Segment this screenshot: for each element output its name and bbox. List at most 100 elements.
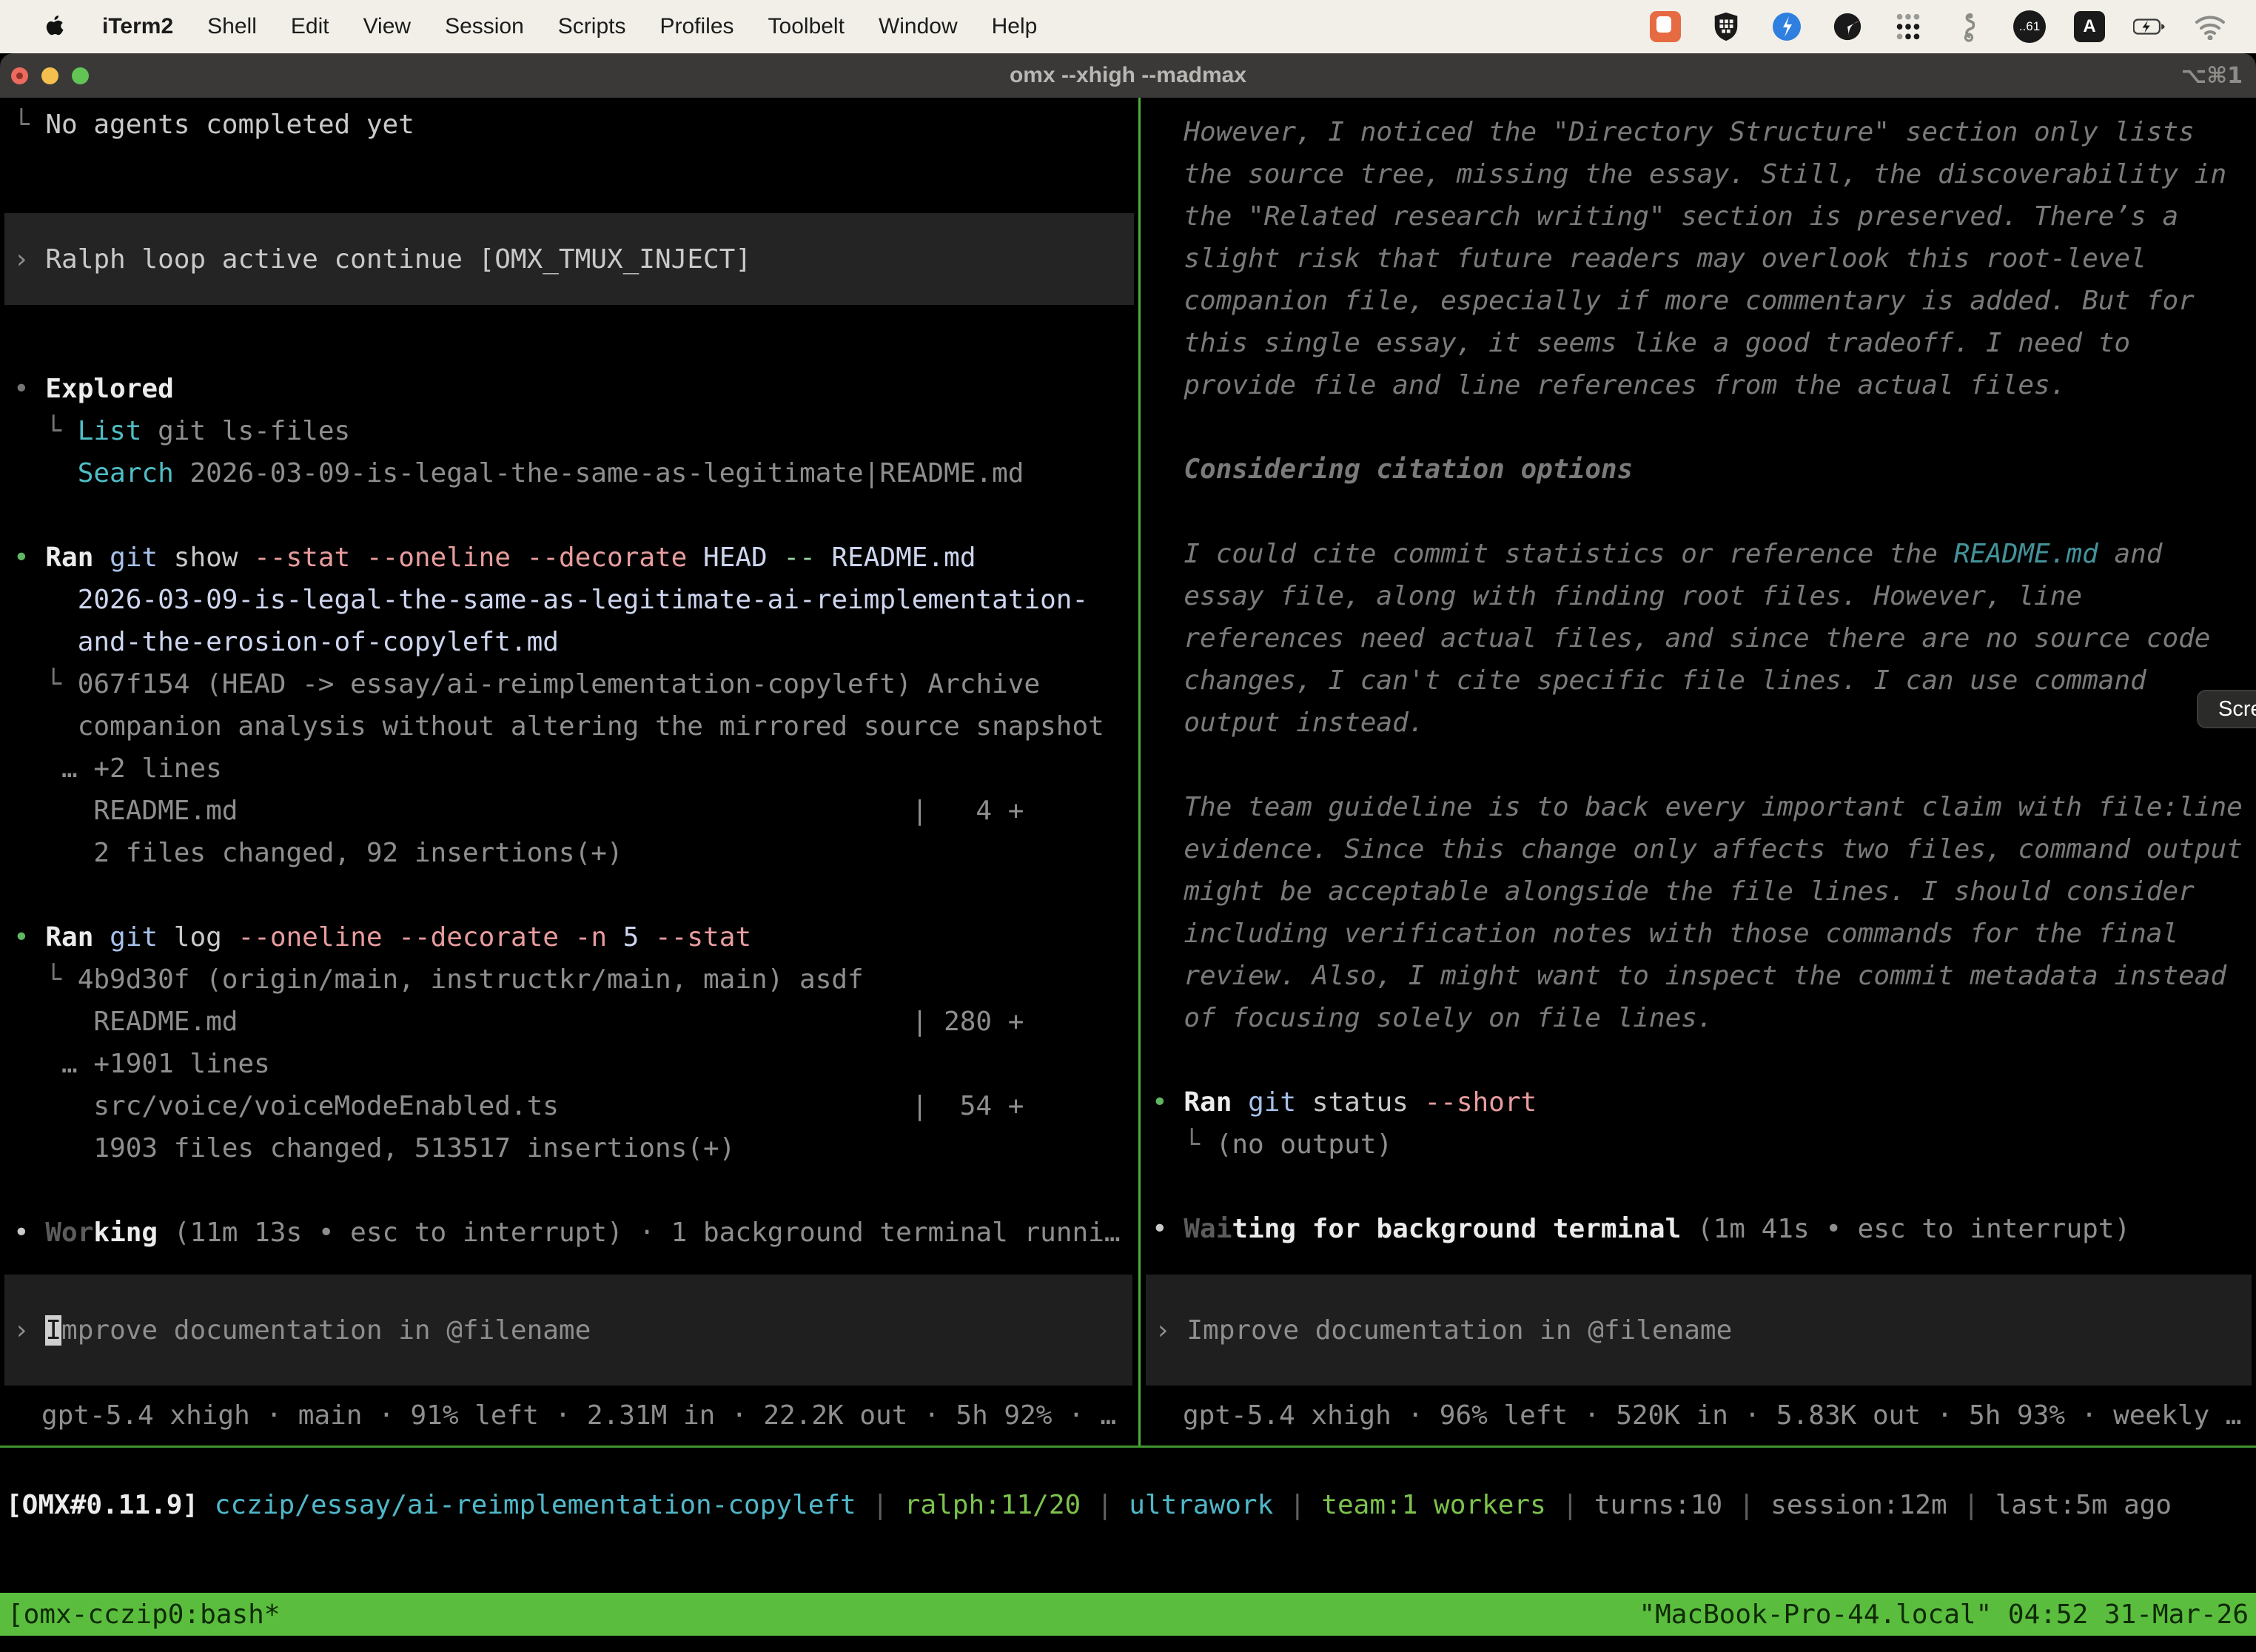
text-segment: (11m 13s • esc to interrupt) · 1 backgro… bbox=[158, 1218, 1120, 1248]
hook-icon[interactable] bbox=[1953, 10, 1985, 43]
text-segment: 2 files changed, 92 insertions(+) bbox=[13, 838, 623, 868]
text-segment: git bbox=[1232, 1087, 1296, 1118]
text-segment: Wor bbox=[45, 1218, 93, 1248]
text-segment: provide file and line references from th… bbox=[1152, 370, 2066, 400]
text-segment: git bbox=[93, 922, 158, 953]
menu-item-session[interactable]: Session bbox=[445, 14, 524, 39]
terminal-line: … +2 lines bbox=[13, 748, 1138, 790]
text-segment: HEAD bbox=[687, 543, 767, 573]
text-segment bbox=[198, 1490, 215, 1520]
text-segment: 067f154 (HEAD -> essay/ai-reimplementati… bbox=[78, 669, 1040, 699]
text-segment: git bbox=[93, 543, 158, 573]
text-segment: references need actual files, and since … bbox=[1152, 623, 2210, 654]
terminal-line: README.md | 4 + bbox=[13, 790, 1138, 832]
text-segment: companion analysis without altering the … bbox=[13, 711, 1104, 742]
battery-icon[interactable] bbox=[2133, 10, 2166, 43]
terminal-line: • Working (11m 13s • esc to interrupt) ·… bbox=[13, 1212, 1138, 1254]
terminal-line: └ 067f154 (HEAD -> essay/ai-reimplementa… bbox=[13, 663, 1138, 705]
keyboard-layout-icon[interactable]: A bbox=[2074, 11, 2105, 42]
right-prompt-text: › Improve documentation in @filename bbox=[1155, 1309, 1732, 1352]
privacy-shield-icon[interactable] bbox=[1710, 10, 1742, 43]
menu-item-help[interactable]: Help bbox=[992, 14, 1038, 39]
terminal-line: including verification notes with those … bbox=[1152, 913, 2256, 955]
text-segment: README.md bbox=[816, 543, 976, 573]
text-segment: --stat bbox=[238, 543, 350, 573]
text-segment: and bbox=[2098, 539, 2163, 569]
right-terminal-pane[interactable]: However, I noticed the "Directory Struct… bbox=[1141, 111, 2256, 1273]
menu-item-iterm2[interactable]: iTerm2 bbox=[102, 14, 173, 39]
text-segment: --oneline bbox=[222, 922, 383, 953]
text-segment: turns:10 bbox=[1594, 1490, 1722, 1520]
left-terminal-pane[interactable]: └ No agents completed yet › Ralph loop ac… bbox=[0, 104, 1138, 1273]
menu-item-shell[interactable]: Shell bbox=[207, 14, 257, 39]
apple-icon[interactable] bbox=[40, 10, 70, 43]
text-segment: Ralph loop active continue [OMX_TMUX_INJ… bbox=[45, 244, 751, 275]
text-segment: README.md bbox=[1954, 539, 2098, 569]
terminal-line: • Explored bbox=[13, 368, 1138, 410]
screen-record-icon[interactable] bbox=[1649, 10, 1682, 43]
text-segment: | bbox=[1081, 1490, 1129, 1520]
menu-item-edit[interactable]: Edit bbox=[291, 14, 329, 39]
text-segment: essay file, along with finding root file… bbox=[1152, 581, 2082, 611]
text-segment: README.md | 4 + bbox=[13, 796, 1024, 826]
terminal-line: 2026-03-09-is-legal-the-same-as-legitima… bbox=[13, 579, 1138, 621]
terminal-line: README.md | 280 + bbox=[13, 1001, 1138, 1043]
text-segment: | bbox=[1546, 1490, 1594, 1520]
pane-bottom-border bbox=[0, 1446, 2256, 1448]
terminal-line: • Waiting for background terminal (1m 41… bbox=[1152, 1208, 2256, 1250]
text-segment: • bbox=[1152, 1214, 1184, 1244]
menu-item-view[interactable]: View bbox=[363, 14, 411, 39]
wifi-icon[interactable] bbox=[2194, 10, 2226, 43]
badge-61-icon[interactable]: ..61 bbox=[2013, 10, 2046, 43]
terminal-line: src/voice/voiceModeEnabled.ts | 54 + bbox=[13, 1085, 1138, 1127]
left-prompt-input[interactable]: › Improve documentation in @filename bbox=[4, 1275, 1132, 1386]
text-segment: src/voice/voiceModeEnabled.ts | 54 + bbox=[13, 1091, 1024, 1121]
text-segment: Ran bbox=[1184, 1087, 1232, 1118]
menu-item-toolbelt[interactable]: Toolbelt bbox=[768, 14, 845, 39]
text-segment: 2026-03-09-is-legal-the-same-as-legitima… bbox=[13, 585, 1088, 615]
terminal-line: essay file, along with finding root file… bbox=[1152, 575, 2256, 617]
text-segment: review. Also, I might want to inspect th… bbox=[1152, 961, 2226, 991]
text-segment: 2026-03-09-is-legal-the-same-as-legitima… bbox=[174, 458, 1024, 488]
text-segment: However, I noticed the "Directory Struct… bbox=[1152, 117, 2195, 147]
terminal-line: Search 2026-03-09-is-legal-the-same-as-l… bbox=[13, 452, 1138, 494]
tmux-session-label: [omx-cczip0:bash* bbox=[7, 1594, 280, 1636]
text-segment: • bbox=[13, 922, 45, 953]
window-title: omx --xhigh --madmax bbox=[0, 53, 2256, 98]
menu-item-profiles[interactable]: Profiles bbox=[659, 14, 733, 39]
text-segment: | bbox=[1722, 1490, 1770, 1520]
screen-sharing-popup[interactable]: Scre bbox=[2197, 690, 2256, 728]
text-segment: output instead. bbox=[1152, 708, 1424, 738]
text-segment: slight risk that future readers may over… bbox=[1152, 244, 2146, 274]
terminal-line: the source tree, missing the essay. Stil… bbox=[1152, 153, 2256, 195]
window-titlebar: omx --xhigh --madmax ⌥⌘1 bbox=[0, 53, 2256, 98]
text-segment: including verification notes with those … bbox=[1152, 919, 2178, 949]
text-segment: • bbox=[1152, 1087, 1184, 1118]
text-segment: Improve documentation in @filename bbox=[1186, 1315, 1732, 1346]
menu-item-window[interactable]: Window bbox=[879, 14, 958, 39]
terminal-line: The team guideline is to back every impo… bbox=[1152, 786, 2256, 828]
text-segment: king bbox=[93, 1218, 158, 1248]
text-segment: --decorate bbox=[511, 543, 687, 573]
window-shortcut-badge: ⌥⌘1 bbox=[2181, 53, 2243, 98]
tmux-status-bar: [omx-cczip0:bash* "MacBook-Pro-44.local"… bbox=[0, 1593, 2256, 1636]
menu-item-scripts[interactable]: Scripts bbox=[558, 14, 626, 39]
terminal-line bbox=[1152, 406, 2256, 449]
text-segment: └ bbox=[13, 416, 78, 446]
dots-grid-icon[interactable] bbox=[1892, 10, 1924, 43]
text-segment: 5 bbox=[607, 922, 639, 953]
text-segment: • bbox=[13, 1218, 45, 1248]
text-segment: evidence. Since this change only affects… bbox=[1152, 834, 2243, 864]
terminal-line: companion file, especially if more comme… bbox=[1152, 280, 2256, 322]
right-prompt-input[interactable]: › Improve documentation in @filename bbox=[1146, 1275, 2252, 1386]
terminal-line: └ No agents completed yet bbox=[13, 104, 1138, 146]
text-segment: › bbox=[1155, 1315, 1186, 1346]
text-segment bbox=[13, 458, 78, 488]
pie-meter-icon[interactable] bbox=[1831, 10, 1864, 43]
terminal-window[interactable]: └ No agents completed yet › Ralph loop ac… bbox=[0, 98, 2256, 1652]
compass-icon[interactable] bbox=[1770, 10, 1803, 43]
text-segment: … +2 lines bbox=[13, 753, 222, 784]
terminal-line: └ 4b9d30f (origin/main, instructkr/main,… bbox=[13, 958, 1138, 1001]
text-segment: and-the-erosion-of-copyleft.md bbox=[13, 627, 559, 657]
text-segment: › bbox=[13, 244, 45, 275]
